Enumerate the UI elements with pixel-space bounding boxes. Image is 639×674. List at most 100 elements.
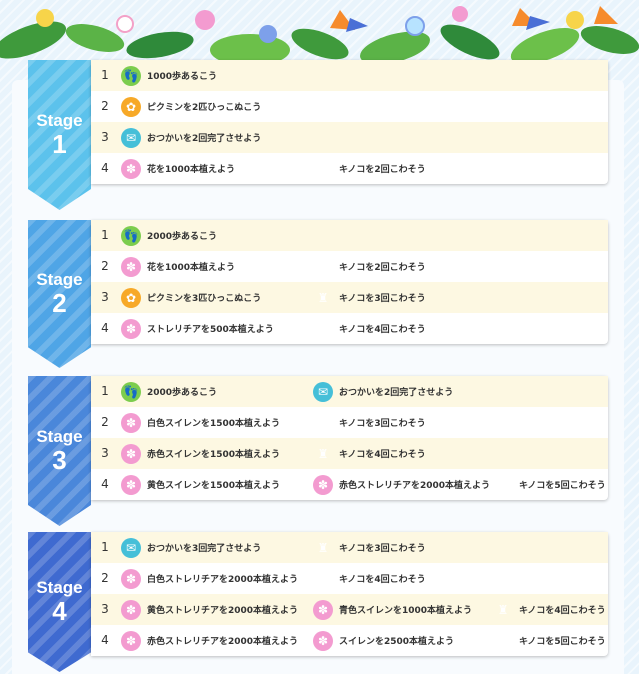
mission-row-number: 4 bbox=[101, 477, 109, 491]
mission-task: 👣 2000歩あるこう bbox=[121, 220, 217, 251]
mission-task: ✉ おつかいを2回完了させよう bbox=[121, 122, 261, 153]
mission-text: 2000歩あるこう bbox=[147, 232, 218, 242]
mission-task: ✽ 赤色ストレリチアを2000本植えよう bbox=[121, 625, 298, 656]
flower-icon: ✽ bbox=[121, 412, 141, 433]
mushroom-icon: ♜ bbox=[317, 415, 329, 430]
mushroom-icon: ♜ bbox=[497, 477, 509, 492]
flower-icon: ✽ bbox=[121, 318, 141, 339]
mission-table: 1 👣 2000歩あるこう 2 ✽ 花を1000本植えよう ♜ キノコを2回こわそう 3 ✿ ピクミ… bbox=[91, 220, 608, 344]
mission-text: キノコを4回こわそう bbox=[339, 575, 426, 585]
mission-table: 1 ✉ おつかいを3回完了させよう ♜ キノコを3回こわそう 2 ✽ 白色ストレリチアを200… bbox=[91, 532, 608, 656]
mission-task: ✽ 白色ストレリチアを2000本植えよう bbox=[121, 563, 298, 594]
mission-task: ✉ おつかいを2回完了させよう bbox=[313, 376, 453, 407]
mission-row: 1 👣 2000歩あるこう bbox=[91, 220, 608, 251]
mission-task: ♜ キノコを2回こわそう bbox=[313, 251, 426, 282]
flower-icon: ✽ bbox=[313, 630, 333, 651]
mission-text: キノコを3回こわそう bbox=[339, 419, 426, 429]
flower-icon: ✽ bbox=[121, 599, 141, 620]
mission-row-number: 1 bbox=[101, 384, 109, 398]
mission-row: 1 ✉ おつかいを3回完了させよう ♜ キノコを3回こわそう bbox=[91, 532, 608, 563]
stage-ribbon: Stage 3 bbox=[28, 376, 91, 526]
mission-task: ♜ キノコを5回こわそう bbox=[493, 625, 606, 656]
mission-row-number: 4 bbox=[101, 633, 109, 647]
mission-row-number: 3 bbox=[101, 290, 109, 304]
mission-text: おつかいを2回完了させよう bbox=[147, 134, 262, 144]
mission-row: 1 👣 1000歩あるこう bbox=[91, 60, 608, 91]
mission-row-number: 4 bbox=[101, 161, 109, 175]
mushroom-icon: ♜ bbox=[317, 571, 329, 586]
flower-icon: ✽ bbox=[121, 630, 141, 651]
mission-table: 1 👣 2000歩あるこう ✉ おつかいを2回完了させよう 2 ✽ 白色スイレンを1500本植… bbox=[91, 376, 608, 500]
mission-row: 4 ✽ 花を1000本植えよう ♜ キノコを2回こわそう bbox=[91, 153, 608, 184]
mission-text: キノコを5回こわそう bbox=[519, 481, 606, 491]
mission-text: キノコを2回こわそう bbox=[339, 165, 426, 175]
mission-text: おつかいを2回完了させよう bbox=[339, 388, 454, 398]
mission-task: ✽ 花を1000本植えよう bbox=[121, 251, 235, 282]
stage-label: Stage bbox=[36, 427, 83, 446]
flower-icon: ✽ bbox=[121, 256, 141, 277]
mission-text: 黄色スイレンを1500本植えよう bbox=[147, 481, 281, 491]
mission-text: キノコを5回こわそう bbox=[519, 637, 606, 647]
mission-text: 赤色ストレリチアを2000本植えよう bbox=[339, 481, 491, 491]
mission-task: ♜ キノコを4回こわそう bbox=[313, 563, 426, 594]
mission-row-number: 2 bbox=[101, 571, 109, 585]
mission-row: 3 ✽ 赤色スイレンを1500本植えよう ♜ キノコを4回こわそう bbox=[91, 438, 608, 469]
mission-task: ✽ 黄色ストレリチアを2000本植えよう bbox=[121, 594, 298, 625]
mission-text: ピクミンを3匹ひっこぬこう bbox=[147, 294, 262, 304]
errand-icon: ✉ bbox=[121, 127, 141, 148]
stage-label: Stage bbox=[36, 270, 83, 289]
mission-row-number: 2 bbox=[101, 99, 109, 113]
errand-icon: ✉ bbox=[313, 381, 333, 402]
mission-row: 3 ✿ ピクミンを3匹ひっこぬこう ♜ キノコを3回こわそう bbox=[91, 282, 608, 313]
errand-icon: ✉ bbox=[121, 537, 141, 558]
mushroom-icon: ♜ bbox=[317, 321, 329, 336]
mission-task: ♜ キノコを3回こわそう bbox=[313, 407, 426, 438]
mission-task: ✿ ピクミンを2匹ひっこぬこう bbox=[121, 91, 261, 122]
mission-text: 青色スイレンを1000本植えよう bbox=[339, 606, 473, 616]
pikmin-icon: ✿ bbox=[121, 96, 141, 117]
mission-text: 2000歩あるこう bbox=[147, 388, 218, 398]
mission-row-number: 1 bbox=[101, 68, 109, 82]
stage-ribbon: Stage 4 bbox=[28, 532, 91, 672]
mission-task: ✽ 青色スイレンを1000本植えよう bbox=[313, 594, 472, 625]
mission-task: 👣 2000歩あるこう bbox=[121, 376, 217, 407]
footprint-icon: 👣 bbox=[121, 381, 141, 402]
mission-task: ✽ ストレリチアを500本植えよう bbox=[121, 313, 274, 344]
stage-label: Stage bbox=[36, 111, 83, 130]
footprint-icon: 👣 bbox=[121, 65, 141, 86]
mission-text: キノコを3回こわそう bbox=[339, 544, 426, 554]
mission-row-number: 3 bbox=[101, 130, 109, 144]
mission-task: ✉ おつかいを3回完了させよう bbox=[121, 532, 261, 563]
mission-row: 1 👣 2000歩あるこう ✉ おつかいを2回完了させよう bbox=[91, 376, 608, 407]
mission-row: 4 ✽ ストレリチアを500本植えよう ♜ キノコを4回こわそう bbox=[91, 313, 608, 344]
mission-row: 3 ✉ おつかいを2回完了させよう bbox=[91, 122, 608, 153]
mission-row-number: 3 bbox=[101, 602, 109, 616]
stage-ribbon: Stage 2 bbox=[28, 220, 91, 368]
footprint-icon: 👣 bbox=[121, 225, 141, 246]
mission-text: 赤色スイレンを1500本植えよう bbox=[147, 450, 281, 460]
mission-task: ♜ キノコを3回こわそう bbox=[313, 282, 426, 313]
mission-text: 花を1000本植えよう bbox=[147, 165, 236, 175]
flower-icon: ✽ bbox=[121, 568, 141, 589]
stage-ribbon: Stage 1 bbox=[28, 60, 91, 210]
mission-row: 2 ✿ ピクミンを2匹ひっこぬこう bbox=[91, 91, 608, 122]
mission-text: おつかいを3回完了させよう bbox=[147, 544, 262, 554]
mushroom-icon: ♜ bbox=[497, 633, 509, 648]
mission-row-number: 2 bbox=[101, 259, 109, 273]
stage-number: 1 bbox=[52, 129, 67, 159]
mission-row: 4 ✽ 赤色ストレリチアを2000本植えよう ✽ スイレンを2500本植えよう ♜ キノコを… bbox=[91, 625, 608, 656]
flower-icon: ✽ bbox=[121, 158, 141, 179]
mission-row: 2 ✽ 白色ストレリチアを2000本植えよう ♜ キノコを4回こわそう bbox=[91, 563, 608, 594]
mission-text: スイレンを2500本植えよう bbox=[339, 637, 455, 647]
mission-task: ✽ 赤色ストレリチアを2000本植えよう bbox=[313, 469, 490, 500]
mission-text: 1000歩あるこう bbox=[147, 72, 218, 82]
mushroom-icon: ♜ bbox=[317, 540, 329, 555]
flower-icon: ✽ bbox=[121, 474, 141, 495]
mission-task: ♜ キノコを4回こわそう bbox=[313, 313, 426, 344]
mission-task: ♜ キノコを5回こわそう bbox=[493, 469, 606, 500]
stage-number: 2 bbox=[52, 288, 67, 318]
mission-text: 白色ストレリチアを2000本植えよう bbox=[147, 575, 299, 585]
pikmin-icon: ✿ bbox=[121, 287, 141, 308]
mushroom-icon: ♜ bbox=[317, 161, 329, 176]
flower-icon: ✽ bbox=[313, 599, 333, 620]
